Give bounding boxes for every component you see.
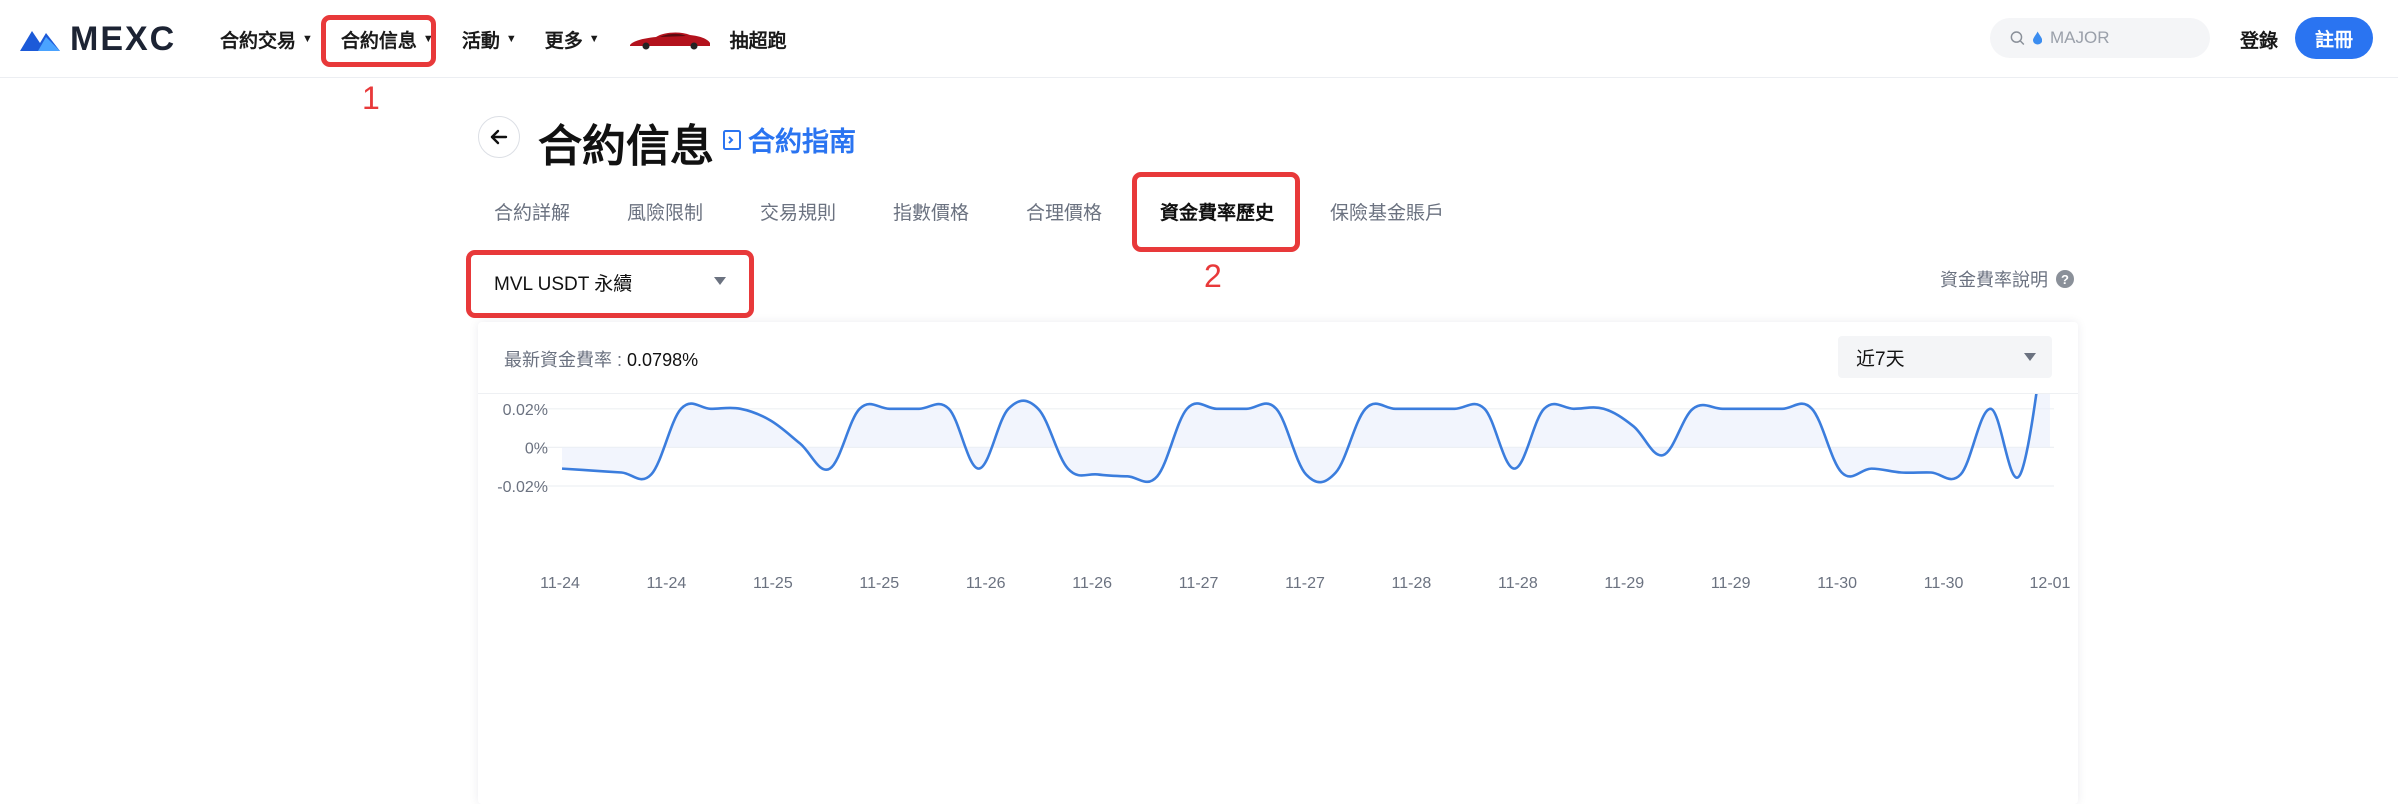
register-button[interactable]: 註冊: [2295, 17, 2373, 59]
explanation-label: 資金費率說明: [1940, 270, 2048, 290]
guide-label: 合約指南: [748, 127, 856, 157]
arrow-left-icon: [490, 129, 508, 145]
nav-label: 更多: [544, 30, 583, 52]
y-tick-label: 0%: [525, 440, 548, 457]
nav-label: 合約交易: [220, 30, 297, 52]
chart-card-header: 最新資金費率 : 0.0798% 近7天: [478, 322, 2078, 394]
guide-book-icon: [723, 129, 741, 150]
x-tick-label: 11-28: [1498, 575, 1538, 592]
latest-rate-value: 0.0798%: [627, 350, 699, 370]
caret-down-icon: [2024, 353, 2036, 361]
main-nav: 合約交易 ▼ 合約信息 ▼ 活動 ▼ 更多 ▼ 抽超跑: [220, 0, 787, 78]
x-tick-label: 11-30: [1817, 575, 1857, 592]
x-tick-label: 11-24: [647, 575, 687, 592]
nav-futures-trading[interactable]: 合約交易 ▼: [220, 26, 313, 53]
logo-text: MEXC: [70, 19, 177, 58]
tab-trading-rules[interactable]: 交易規則: [760, 198, 836, 225]
funding-rate-chart-card: 最新資金費率 : 0.0798% 近7天 -0.02%0%0.02%0.04%0…: [478, 322, 2078, 804]
tab-insurance-fund[interactable]: 保險基金賬戶: [1330, 198, 1444, 225]
annotation-box-3: [466, 250, 754, 318]
x-tick-label: 12-01: [2030, 575, 2071, 592]
latest-funding-rate: 最新資金費率 : 0.0798%: [504, 346, 698, 372]
y-tick-label: -0.02%: [497, 479, 548, 496]
token-drop-icon: [2032, 31, 2042, 45]
x-tick-label: 11-27: [1285, 575, 1325, 592]
tab-contract-details[interactable]: 合約詳解: [494, 198, 570, 225]
search-box[interactable]: [1990, 18, 2210, 58]
x-tick-label: 11-29: [1711, 575, 1751, 592]
annotation-number-2: 2: [1204, 258, 1222, 294]
time-range-select[interactable]: 近7天: [1838, 336, 2052, 378]
x-tick-label: 11-25: [859, 575, 899, 592]
tab-fair-price[interactable]: 合理價格: [1026, 198, 1102, 225]
funding-rate-explanation-link[interactable]: 資金費率說明 ?: [1940, 266, 2074, 292]
nav-label: 抽超跑: [729, 30, 787, 52]
page-title: 合約信息: [538, 122, 714, 171]
caret-down-icon: ▼: [505, 32, 517, 45]
x-tick-label: 11-25: [753, 575, 793, 592]
x-tick-label: 11-26: [966, 575, 1006, 592]
nav-supercar-draw[interactable]: 抽超跑: [628, 26, 787, 53]
x-tick-label: 11-30: [1924, 575, 1964, 592]
x-tick-label: 11-29: [1604, 575, 1644, 592]
x-tick-label: 11-26: [1072, 575, 1112, 592]
login-link[interactable]: 登錄: [2240, 26, 2278, 53]
search-icon: [2010, 31, 2025, 45]
nav-more[interactable]: 更多 ▼: [545, 26, 600, 53]
back-button[interactable]: [478, 116, 520, 158]
nav-events[interactable]: 活動 ▼: [462, 26, 517, 53]
x-tick-label: 11-24: [540, 575, 580, 592]
annotation-box-2: [1132, 172, 1300, 252]
y-tick-label: 0.02%: [503, 402, 548, 419]
caret-down-icon: ▼: [588, 32, 600, 45]
latest-rate-label: 最新資金費率 :: [504, 350, 623, 370]
x-tick-label: 11-27: [1179, 575, 1219, 592]
annotation-number-1: 1: [362, 80, 380, 116]
time-range-value: 近7天: [1856, 348, 1905, 370]
tab-risk-limits[interactable]: 風險限制: [627, 198, 703, 225]
x-tick-label: 11-28: [1392, 575, 1432, 592]
sports-car-icon: [629, 32, 710, 50]
contract-guide-link[interactable]: 合約指南: [722, 120, 856, 159]
search-input[interactable]: [2050, 28, 2210, 48]
nav-label: 活動: [461, 30, 500, 52]
mexc-logo[interactable]: MEXC: [18, 19, 177, 58]
mexc-mountain-icon: [20, 31, 60, 51]
caret-down-icon: ▼: [302, 32, 313, 45]
tab-index-price[interactable]: 指數價格: [893, 198, 969, 225]
question-mark-icon: ?: [2056, 270, 2074, 288]
annotation-box-1: [321, 15, 436, 67]
funding-rate-chart: -0.02%0%0.02%0.04%0.06%0.08%11-2411-2411…: [497, 394, 2071, 592]
